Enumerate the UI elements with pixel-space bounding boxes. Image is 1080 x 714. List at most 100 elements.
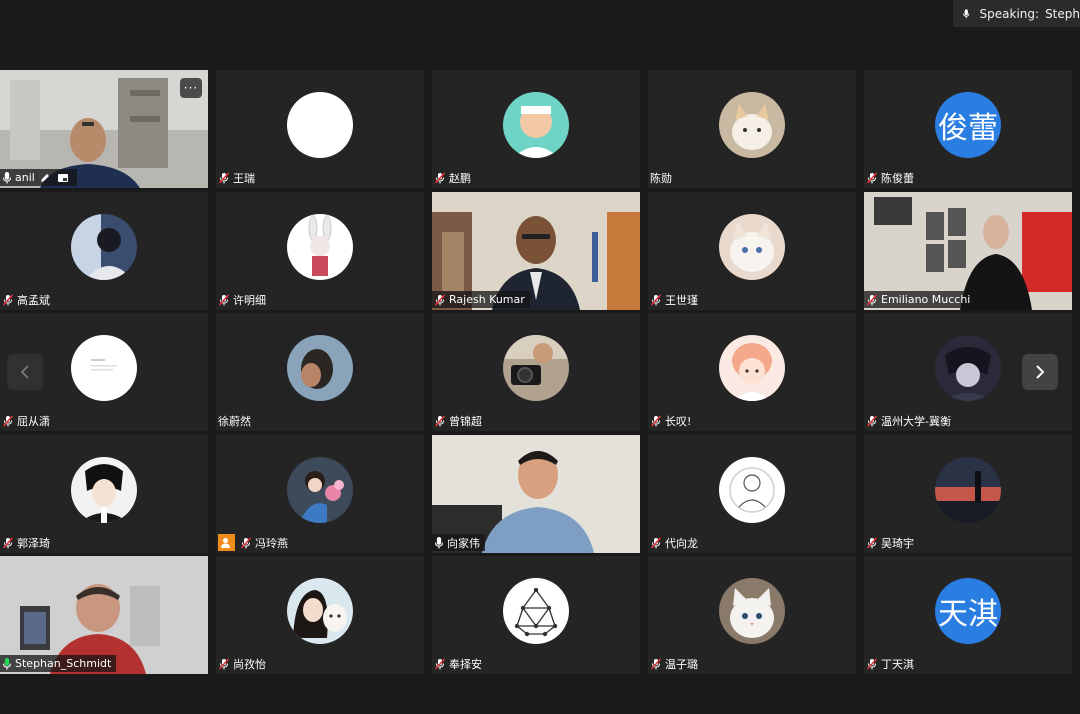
participant-name: 郭泽琦 <box>17 536 50 550</box>
microphone-icon <box>3 171 11 184</box>
chevron-left-icon <box>20 365 29 379</box>
name-tag: 温子璐 <box>648 655 703 672</box>
participant-tile[interactable]: 奉择安 <box>432 556 640 674</box>
participant-tile[interactable]: Rajesh Kumar <box>432 192 640 310</box>
muted-microphone-icon <box>866 293 878 306</box>
participant-name: 温子璐 <box>665 657 698 671</box>
participant-tile[interactable]: 许明细 <box>216 192 424 310</box>
name-tag: 许明细 <box>216 291 271 308</box>
participant-avatar <box>935 457 1001 523</box>
participant-tile[interactable]: 向家伟 <box>432 435 640 553</box>
participant-tile[interactable]: 徐蔚然 <box>216 313 424 431</box>
previous-page-button[interactable] <box>7 354 43 390</box>
participant-avatar <box>935 335 1001 401</box>
participant-avatar <box>287 335 353 401</box>
speaking-indicator: Speaking: Steph <box>953 0 1080 27</box>
participant-tile[interactable]: 高孟斌 <box>0 192 208 310</box>
microphone-icon <box>963 8 970 18</box>
participant-name: 陈俊蕾 <box>881 171 914 185</box>
participant-tile[interactable]: 赵鹏 <box>432 70 640 188</box>
microphone-icon <box>435 536 443 549</box>
muted-microphone-icon <box>218 293 230 306</box>
muted-microphone-icon <box>650 293 662 306</box>
name-tag: 向家伟 <box>432 534 485 551</box>
participant-avatar <box>719 335 785 401</box>
muted-microphone-icon <box>2 414 14 427</box>
participant-name: 许明细 <box>233 293 266 307</box>
name-tag: 陈勋 <box>648 169 677 186</box>
muted-microphone-icon <box>434 171 446 184</box>
participant-tile[interactable]: 温子璐 <box>648 556 856 674</box>
participant-name: 尚孜怡 <box>233 657 266 671</box>
next-page-button[interactable] <box>1022 354 1058 390</box>
participant-avatar <box>503 335 569 401</box>
participant-avatar: 俊蕾 <box>935 92 1001 158</box>
participant-name: Emiliano Mucchi <box>881 293 971 306</box>
muted-microphone-icon <box>650 657 662 670</box>
participant-tile[interactable]: 吴琦宇 <box>864 435 1072 553</box>
participant-name: 向家伟 <box>447 536 480 550</box>
participant-avatar <box>719 214 785 280</box>
muted-microphone-icon <box>434 293 446 306</box>
participant-tile[interactable]: 王瑞 <box>216 70 424 188</box>
participant-avatar: 天淇 <box>935 578 1001 644</box>
muted-microphone-icon <box>866 414 878 427</box>
muted-microphone-icon <box>2 293 14 306</box>
participant-name: 丁天淇 <box>881 657 914 671</box>
participant-tile[interactable]: 长叹! <box>648 313 856 431</box>
name-tag: 奉择安 <box>432 655 487 672</box>
pencil-icon <box>40 173 49 182</box>
participant-tile[interactable]: 王世瑾 <box>648 192 856 310</box>
participant-name: 冯玲燕 <box>255 536 288 550</box>
participant-avatar <box>287 578 353 644</box>
name-tag: 吴琦宇 <box>864 534 919 551</box>
participant-tile[interactable]: 陈勋 <box>648 70 856 188</box>
participant-name: Rajesh Kumar <box>449 293 525 306</box>
name-tag: 徐蔚然 <box>216 412 256 429</box>
name-tag: 陈俊蕾 <box>864 169 919 186</box>
participant-avatar <box>503 578 569 644</box>
participant-tile[interactable]: 天淇 丁天淇 <box>864 556 1072 674</box>
participant-name: 代向龙 <box>665 536 698 550</box>
muted-microphone-icon <box>218 657 230 670</box>
participant-tile[interactable]: 郭泽琦 <box>0 435 208 553</box>
speaking-label: Speaking: <box>979 6 1040 21</box>
screen-share-icon <box>57 173 68 182</box>
name-tag: 丁天淇 <box>864 655 919 672</box>
name-tag: 冯玲燕 <box>216 534 293 551</box>
muted-microphone-icon <box>650 536 662 549</box>
participant-tile[interactable]: 俊蕾 陈俊蕾 <box>864 70 1072 188</box>
name-tag: Stephan_Schmidt <box>0 655 117 672</box>
participant-avatar <box>287 214 353 280</box>
participant-name: 温州大学-冀衡 <box>881 414 951 428</box>
participant-avatar <box>503 92 569 158</box>
participant-avatar <box>719 578 785 644</box>
name-tag: anil <box>0 169 77 186</box>
participant-tile[interactable]: 代向龙 <box>648 435 856 553</box>
participant-name: 徐蔚然 <box>218 414 251 428</box>
muted-microphone-icon <box>434 414 446 427</box>
muted-microphone-icon <box>240 536 252 549</box>
microphone-icon <box>3 657 11 670</box>
participant-tile-anil[interactable]: ··· anil <box>0 70 208 188</box>
muted-microphone-icon <box>434 657 446 670</box>
participant-avatar <box>719 457 785 523</box>
participant-tile-active-speaker[interactable]: Stephan_Schmidt <box>0 556 208 674</box>
more-options-button[interactable]: ··· <box>180 78 202 98</box>
name-tag: 尚孜怡 <box>216 655 271 672</box>
participant-tile[interactable]: Emiliano Mucchi <box>864 192 1072 310</box>
participant-avatar <box>71 457 137 523</box>
participant-tile[interactable]: 尚孜怡 <box>216 556 424 674</box>
participant-tile[interactable]: 冯玲燕 <box>216 435 424 553</box>
participant-name: Stephan_Schmidt <box>15 657 112 670</box>
name-tag: 高孟斌 <box>0 291 55 308</box>
participant-avatar <box>719 92 785 158</box>
name-tag: 赵鹏 <box>432 169 476 186</box>
participant-tile[interactable]: 曾锦超 <box>432 313 640 431</box>
participant-name: 奉择安 <box>449 657 482 671</box>
participant-avatar <box>71 214 137 280</box>
name-tag: Emiliano Mucchi <box>864 291 976 308</box>
muted-microphone-icon <box>866 536 878 549</box>
name-tag: 王世瑾 <box>648 291 703 308</box>
participant-avatar <box>287 92 353 158</box>
